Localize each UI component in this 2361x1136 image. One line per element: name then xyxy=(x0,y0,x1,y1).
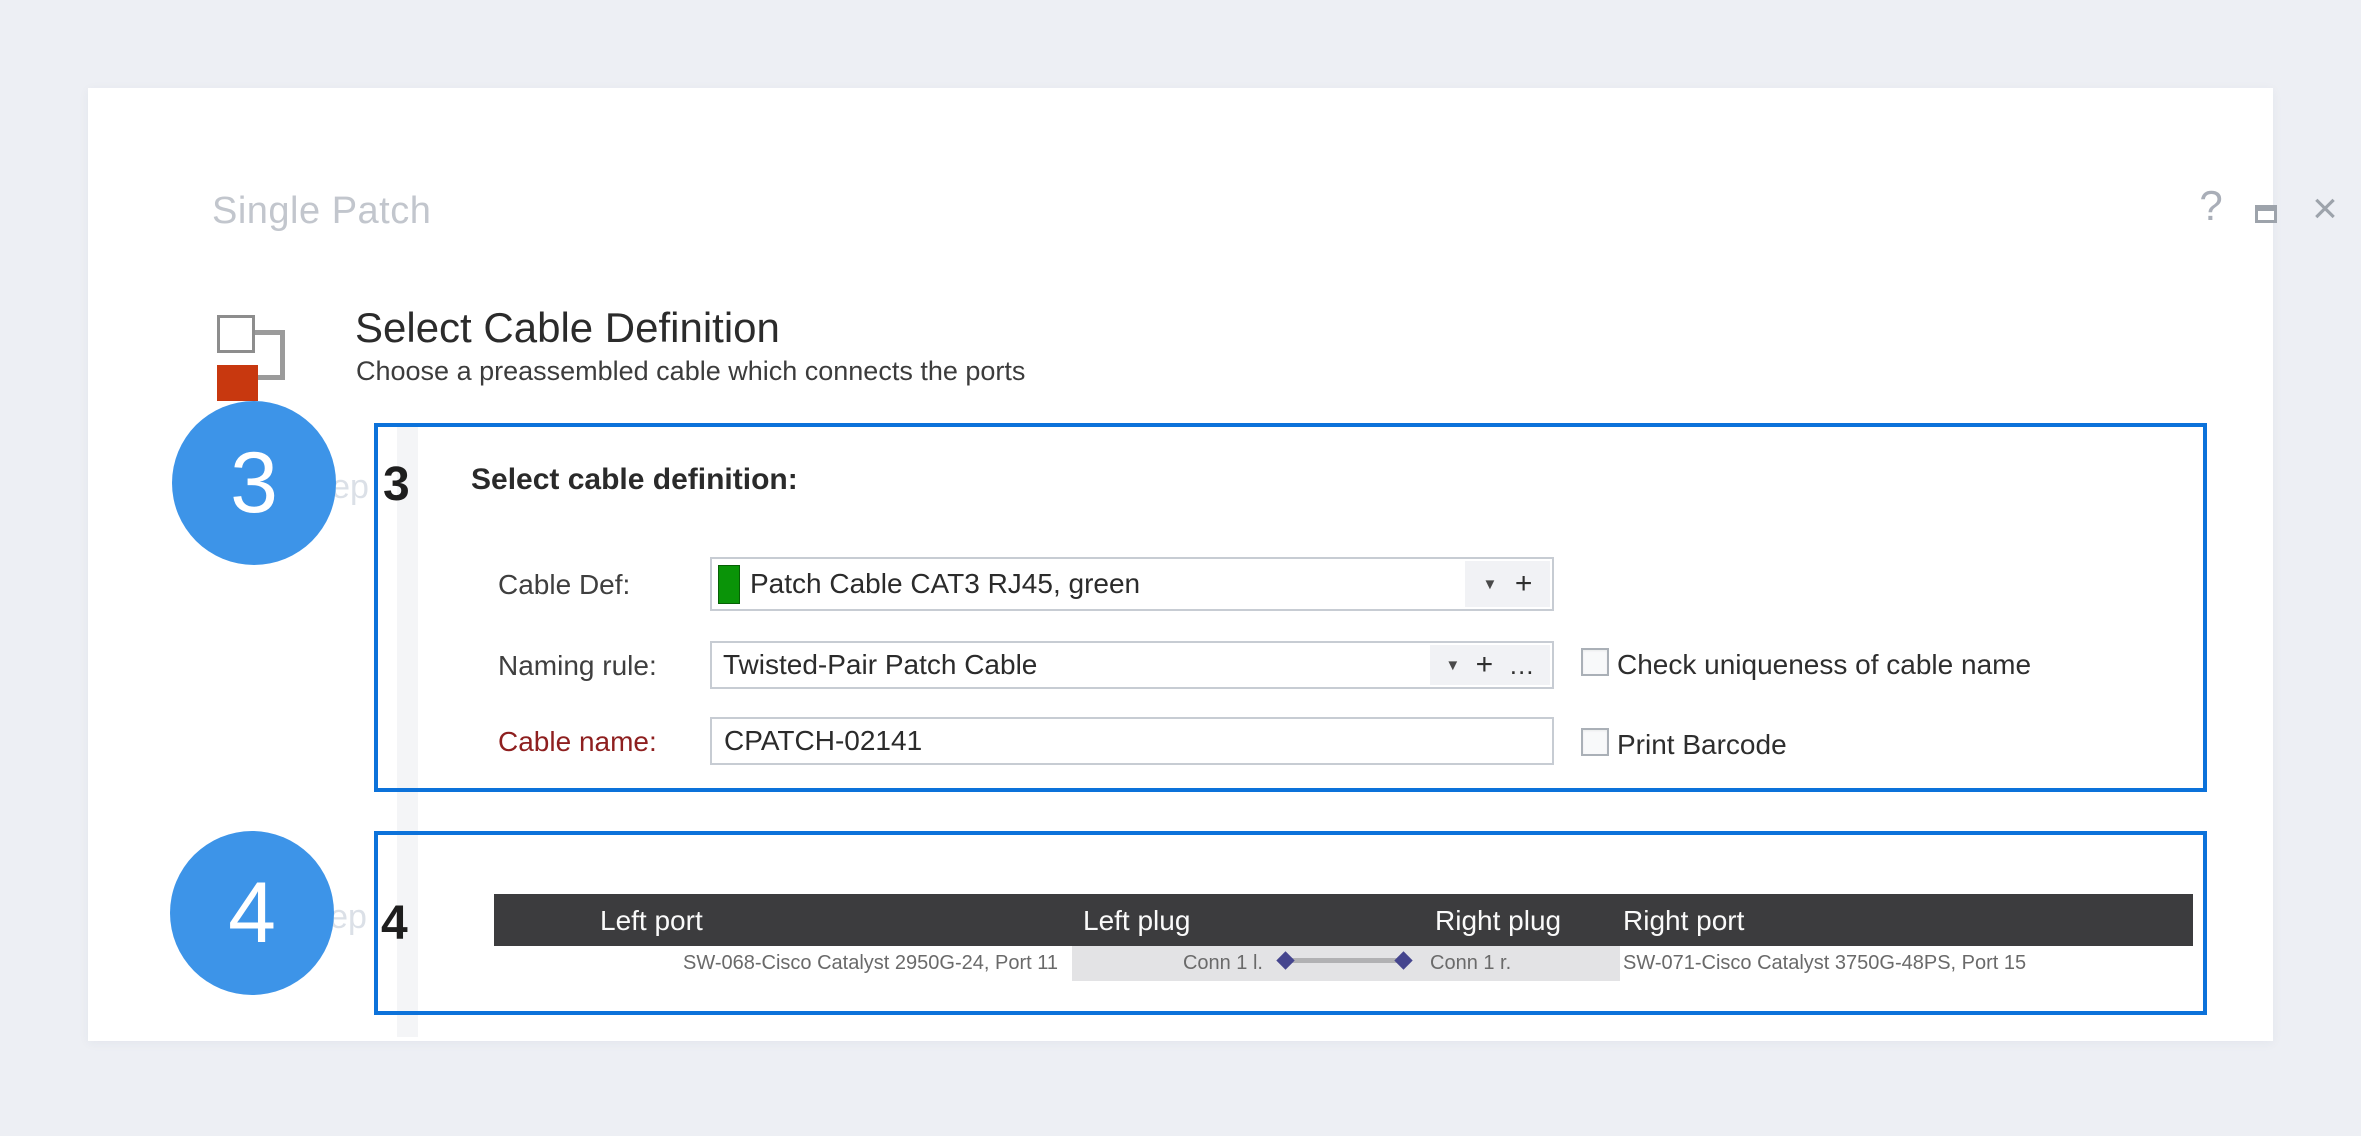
single-patch-screen: Single Patch ? × Select Cable Definition… xyxy=(0,0,2361,1136)
cable-color-swatch xyxy=(718,565,740,604)
cable-def-value: Patch Cable CAT3 RJ45, green xyxy=(750,568,1140,600)
add-cable-def-button[interactable]: + xyxy=(1515,569,1533,599)
cable-def-label: Cable Def: xyxy=(498,569,630,601)
step-3-badge: 3 xyxy=(172,401,336,565)
page-title: Select Cable Definition xyxy=(355,304,780,352)
more-options-button[interactable]: … xyxy=(1509,659,1535,672)
ports-table-header: Left port Left plug Right plug Right por… xyxy=(494,894,2193,946)
chevron-down-icon[interactable]: ▼ xyxy=(1483,576,1498,593)
patch-icon-connector xyxy=(280,330,285,380)
check-uniqueness-checkbox[interactable] xyxy=(1581,648,1609,676)
print-barcode-label: Print Barcode xyxy=(1617,729,1787,761)
step-4-number: 4 xyxy=(381,896,408,951)
patch-icon-square-empty xyxy=(217,315,255,353)
patch-icon-connector xyxy=(256,375,285,380)
window-title: Single Patch xyxy=(212,190,431,233)
cable-name-label: Cable name: xyxy=(498,726,657,758)
cable-def-combobox[interactable]: Patch Cable CAT3 RJ45, green ▼ + xyxy=(710,557,1554,611)
naming-rule-buttons: ▼ + … xyxy=(1430,645,1550,685)
naming-rule-combobox[interactable]: Twisted-Pair Patch Cable ▼ + … xyxy=(710,641,1554,689)
cable-def-buttons: ▼ + xyxy=(1465,561,1550,607)
cable-name-input[interactable] xyxy=(710,717,1554,765)
check-uniqueness-label: Check uniqueness of cable name xyxy=(1617,649,2031,681)
section-heading: Select cable definition: xyxy=(471,463,798,497)
right-port-cell: SW-071-Cisco Catalyst 3750G-48PS, Port 1… xyxy=(1623,952,2026,975)
page-subtitle: Choose a preassembled cable which connec… xyxy=(356,356,1025,387)
maximize-icon[interactable] xyxy=(2255,205,2277,223)
column-header-left-plug: Left plug xyxy=(1083,905,1190,937)
chevron-down-icon[interactable]: ▼ xyxy=(1445,657,1460,674)
print-barcode-checkbox[interactable] xyxy=(1581,728,1609,756)
left-port-cell: SW-068-Cisco Catalyst 2950G-24, Port 11 xyxy=(683,952,1058,975)
right-plug-cell: Conn 1 r. xyxy=(1430,952,1511,975)
patch-icon-square-filled xyxy=(217,365,258,401)
help-icon[interactable]: ? xyxy=(2188,182,2234,236)
add-naming-rule-button[interactable]: + xyxy=(1476,650,1494,680)
left-plug-cell: Conn 1 l. xyxy=(1140,952,1263,975)
column-header-right-port: Right port xyxy=(1623,905,1744,937)
column-header-right-plug: Right plug xyxy=(1435,905,1561,937)
naming-rule-label: Naming rule: xyxy=(498,650,657,682)
step-4-badge: 4 xyxy=(170,831,334,995)
naming-rule-value: Twisted-Pair Patch Cable xyxy=(723,649,1037,681)
cable-connector-line xyxy=(1287,958,1404,963)
column-header-left-port: Left port xyxy=(600,905,703,937)
close-icon[interactable]: × xyxy=(2304,184,2346,234)
step-3-number: 3 xyxy=(383,457,410,512)
